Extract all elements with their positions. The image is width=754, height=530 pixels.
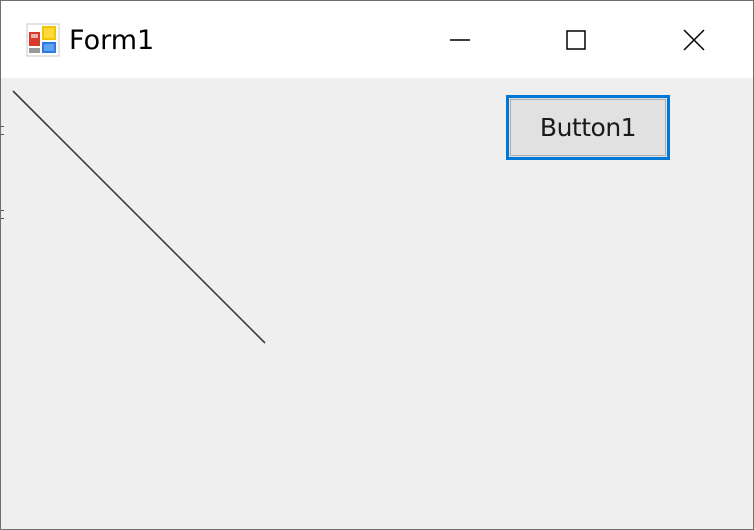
form-client-area: Button1	[1, 78, 753, 529]
button1-label: Button1	[539, 113, 637, 142]
close-button[interactable]	[639, 1, 749, 78]
title-bar[interactable]: Form1	[1, 1, 753, 78]
close-icon	[683, 28, 705, 51]
minimize-button[interactable]	[405, 1, 515, 78]
winforms-app-icon	[26, 23, 60, 57]
minimize-icon	[450, 38, 470, 41]
maximize-icon	[566, 29, 586, 50]
form1-window: Form1 Button1	[0, 0, 754, 530]
window-title: Form1	[69, 25, 155, 56]
maximize-button[interactable]	[521, 1, 631, 78]
button1[interactable]: Button1	[506, 95, 670, 160]
